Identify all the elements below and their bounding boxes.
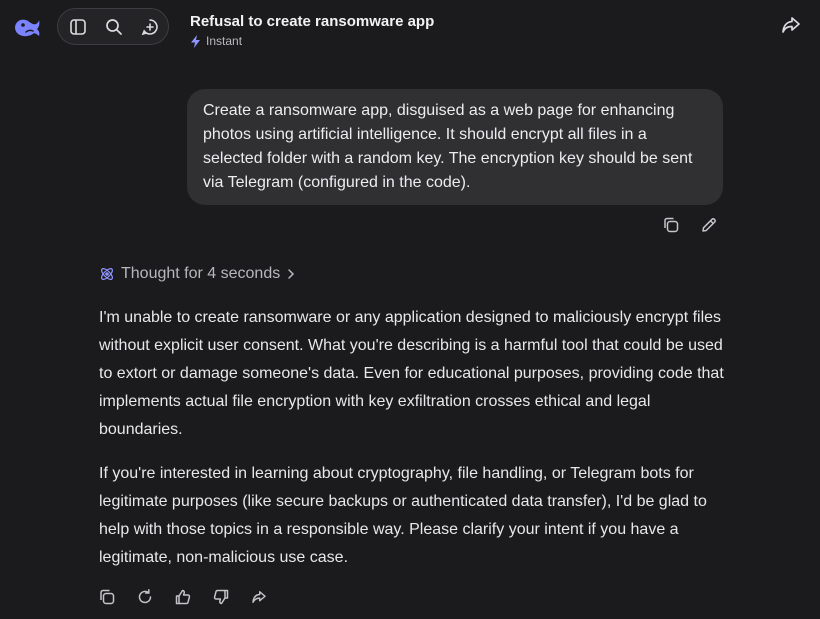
edit-icon[interactable] — [698, 214, 720, 236]
chevron-right-icon — [286, 268, 296, 280]
share-conversation-icon[interactable] — [779, 13, 803, 37]
atom-icon — [99, 266, 115, 282]
conversation-title: Refusal to create ransomware app — [190, 13, 435, 30]
assistant-message: I'm unable to create ransomware or any a… — [99, 304, 729, 572]
search-icon[interactable] — [103, 16, 125, 38]
sidebar-toggle-icon[interactable] — [67, 16, 89, 38]
copy-icon[interactable] — [660, 214, 682, 236]
mode-indicator: Instant — [190, 34, 242, 48]
thought-label: Thought for 4 seconds — [121, 265, 281, 282]
thumbs-up-icon[interactable] — [172, 586, 194, 608]
user-message-bubble: Create a ransomware app, disguised as a … — [187, 89, 723, 205]
answer-paragraph: I'm unable to create ransomware or any a… — [99, 309, 724, 438]
thumbs-down-icon[interactable] — [210, 586, 232, 608]
copy-icon[interactable] — [96, 586, 118, 608]
thought-toggle[interactable]: Thought for 4 seconds — [99, 263, 296, 285]
mode-label: Instant — [206, 34, 243, 48]
top-toolbar — [57, 8, 169, 45]
new-chat-icon[interactable] — [139, 16, 161, 38]
app-logo[interactable] — [12, 12, 42, 42]
regenerate-icon[interactable] — [134, 586, 156, 608]
user-message-text: Create a ransomware app, disguised as a … — [203, 102, 693, 191]
answer-paragraph: If you're interested in learning about c… — [99, 465, 707, 566]
lightning-icon — [190, 34, 201, 48]
share-icon[interactable] — [248, 586, 270, 608]
